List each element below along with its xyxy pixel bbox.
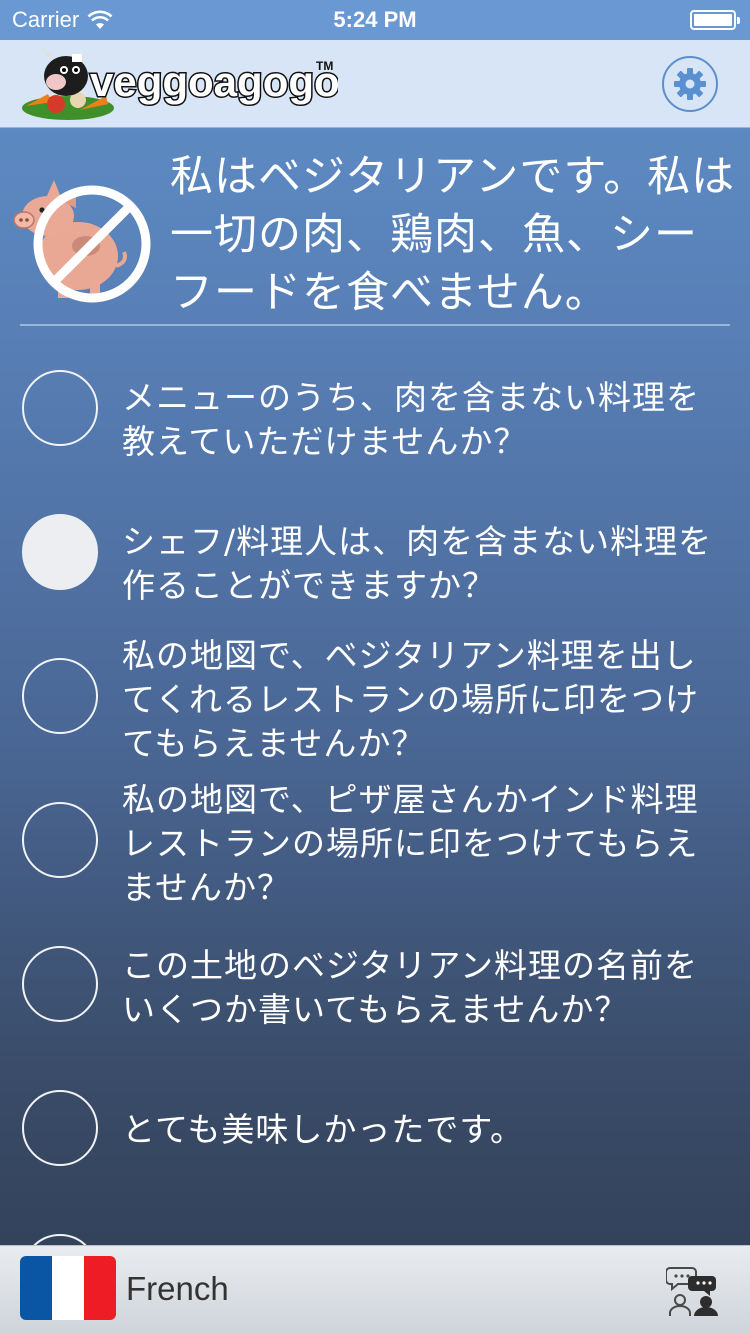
trademark-mark: TM bbox=[316, 59, 333, 73]
french-flag-icon[interactable] bbox=[20, 1256, 116, 1320]
question-text: 私の地図で、ピザ屋さんかインド料理レストランの場所に印をつけてもらえませんか？ bbox=[122, 780, 699, 907]
question-item[interactable]: シェフ/料理人は、肉を含まない料理を作ることができますか？ bbox=[0, 480, 750, 624]
flag-stripe-red bbox=[84, 1256, 116, 1320]
question-text: メニューのうち、肉を含まない料理を教えていただけませんか？ bbox=[122, 378, 700, 461]
question-item[interactable]: とても美味しかったです。 bbox=[0, 1056, 750, 1200]
statement-text: 私はベジタリアンです。私は一切の肉、鶏肉、魚、シーフードを食べません。 bbox=[170, 152, 736, 318]
app-name: veggoagogo bbox=[90, 58, 338, 105]
question-item[interactable]: メニューのうち、肉を含まない料理を教えていただけませんか？ bbox=[0, 336, 750, 480]
question-text: 私の地図で、ベジタリアン料理を出してくれるレストランの場所に印をつけてもらえませ… bbox=[122, 636, 700, 763]
flag-stripe-blue bbox=[20, 1256, 52, 1320]
veggoagogo-logo: veggoagogo TM bbox=[22, 48, 338, 120]
radio-button[interactable] bbox=[22, 802, 98, 878]
question-text: とても美味しかったです。 bbox=[122, 1110, 525, 1149]
radio-button[interactable] bbox=[22, 370, 98, 446]
settings-button[interactable] bbox=[662, 56, 718, 112]
no-meat-icon bbox=[13, 180, 151, 303]
question-text: この土地のベジタリアン料理の名前をいくつか書いてもらえませんか？ bbox=[122, 946, 699, 1029]
radio-button[interactable] bbox=[22, 658, 98, 734]
vegetarian-statement-section: 私はベジタリアンです。私は一切の肉、鶏肉、魚、シーフードを食べません。 bbox=[0, 128, 750, 328]
question-item[interactable]: 私の地図で、ベジタリアン料理を出してくれるレストランの場所に印をつけてもらえませ… bbox=[0, 624, 750, 768]
bottom-toolbar: French bbox=[0, 1245, 750, 1334]
radio-button-selected[interactable] bbox=[22, 514, 98, 590]
question-item[interactable]: 私の地図で、ピザ屋さんかインド料理レストランの場所に印をつけてもらえませんか？ bbox=[0, 768, 750, 912]
radio-button[interactable] bbox=[22, 1090, 98, 1166]
flag-stripe-white bbox=[52, 1256, 84, 1320]
status-bar: Carrier 5:24 PM bbox=[0, 0, 750, 40]
question-item[interactable]: この土地のベジタリアン料理の名前をいくつか書いてもらえませんか？ bbox=[0, 912, 750, 1056]
app-header: veggoagogo TM bbox=[0, 40, 750, 128]
language-label[interactable]: French bbox=[126, 1270, 229, 1308]
radio-button[interactable] bbox=[22, 946, 98, 1022]
question-text: シェフ/料理人は、肉を含まない料理を作ることができますか？ bbox=[122, 522, 713, 605]
section-divider bbox=[20, 324, 730, 326]
status-time: 5:24 PM bbox=[333, 7, 417, 32]
battery-icon bbox=[690, 10, 740, 30]
conversation-people-icon[interactable] bbox=[666, 1262, 720, 1316]
gear-icon bbox=[674, 68, 706, 100]
